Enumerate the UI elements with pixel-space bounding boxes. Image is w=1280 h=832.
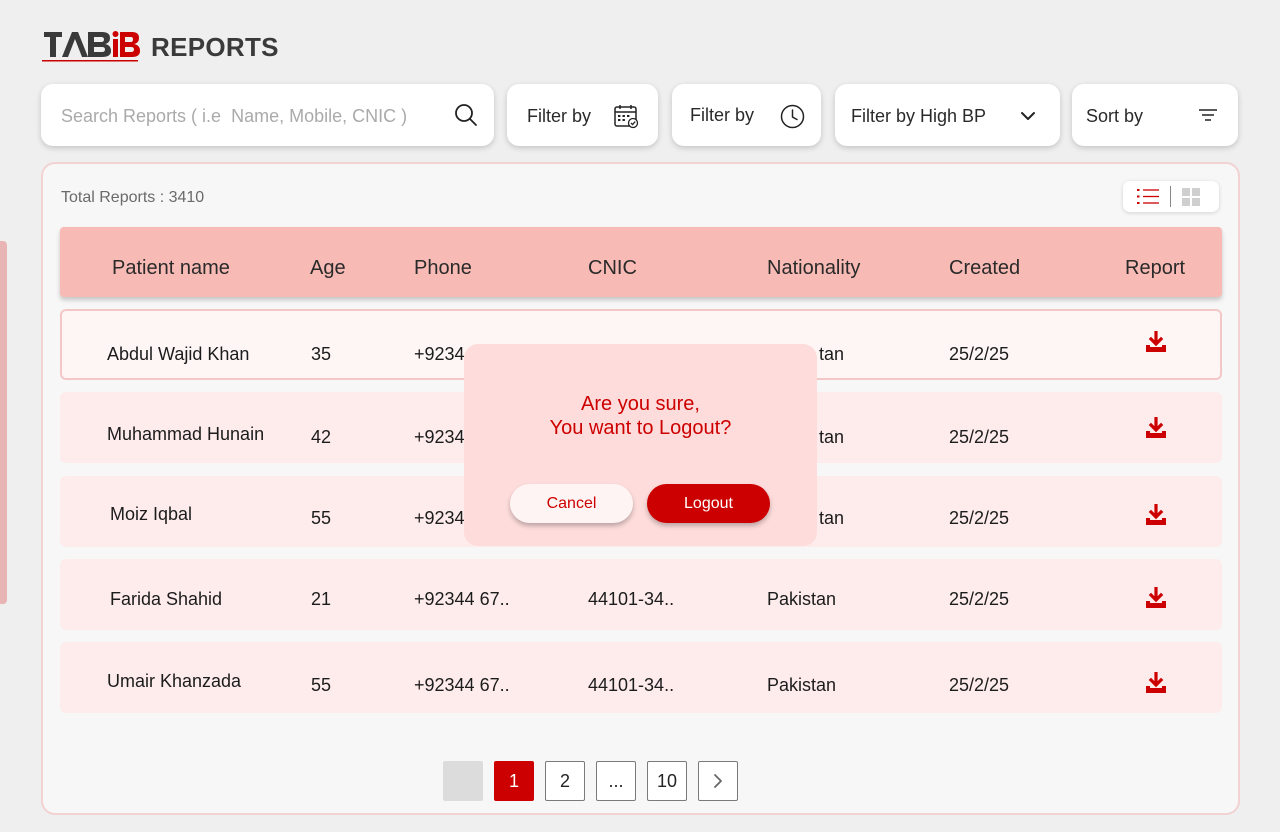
cancel-button[interactable]: Cancel <box>510 484 633 523</box>
table-row[interactable]: Umair Khanzada 55 +92344 67.. 44101-34..… <box>60 642 1222 713</box>
col-age[interactable]: Age <box>310 257 346 280</box>
patient-name: Abdul Wajid Khan <box>107 344 250 364</box>
download-icon[interactable] <box>1145 417 1167 439</box>
sort-icon <box>1199 109 1217 121</box>
phone: +9234 <box>414 344 465 364</box>
col-nationality[interactable]: Nationality <box>767 257 860 280</box>
col-cnic[interactable]: CNIC <box>588 257 637 280</box>
created-date: 25/2/25 <box>949 427 1010 447</box>
prev-page-button[interactable] <box>443 761 483 801</box>
nationality: Pakistan <box>767 589 837 609</box>
phone: +92344 67.. <box>414 675 510 695</box>
dialog-message-line1: Are you sure, <box>581 393 700 415</box>
clock-icon <box>780 104 805 129</box>
sidebar-edge <box>0 241 7 604</box>
page-button-10[interactable]: 10 <box>647 761 687 801</box>
created-date: 25/2/25 <box>949 508 1010 528</box>
tabib-logo <box>42 31 140 62</box>
created-date: 25/2/25 <box>949 675 1010 695</box>
toggle-divider <box>1170 186 1171 207</box>
phone: +9234 <box>414 427 465 447</box>
age: 21 <box>311 589 332 609</box>
search-icon[interactable] <box>454 103 478 127</box>
cnic: 44101-34.. <box>588 589 675 609</box>
created-date: 25/2/25 <box>949 589 1010 609</box>
col-phone[interactable]: Phone <box>414 257 472 280</box>
table-row[interactable]: Farida Shahid 21 +92344 67.. 44101-34.. … <box>60 559 1222 630</box>
phone: +92344 67.. <box>414 589 510 609</box>
page-ellipsis: ... <box>596 761 636 801</box>
grid-view-icon[interactable] <box>1182 188 1200 206</box>
col-patient-name[interactable]: Patient name <box>112 257 230 280</box>
age: 55 <box>311 508 332 528</box>
page-button-2[interactable]: 2 <box>545 761 585 801</box>
patient-name: Umair Khanzada <box>107 671 242 691</box>
download-icon[interactable] <box>1145 587 1167 609</box>
age: 55 <box>311 675 332 695</box>
filter-by-date-label: Filter by <box>527 106 592 126</box>
download-icon[interactable] <box>1145 504 1167 526</box>
download-icon[interactable] <box>1145 331 1167 353</box>
nationality: tan <box>819 427 845 447</box>
filter-by-time-label: Filter by <box>690 105 755 125</box>
next-page-button[interactable] <box>698 761 738 801</box>
calendar-icon <box>614 105 639 129</box>
phone: +9234 <box>414 508 465 528</box>
dialog-message: Are you sure, You want to Logout? <box>464 392 817 440</box>
logout-dialog: Are you sure, You want to Logout? Cancel… <box>464 344 817 546</box>
logout-button[interactable]: Logout <box>647 484 770 523</box>
patient-name: Moiz Iqbal <box>110 504 193 524</box>
age: 35 <box>311 344 332 364</box>
patient-name: Muhammad Hunain <box>107 424 265 444</box>
chevron-right-icon <box>714 774 722 788</box>
filter-by-time-button[interactable]: Filter by <box>672 84 821 146</box>
search-box[interactable] <box>41 84 494 146</box>
sort-by-button[interactable]: Sort by <box>1072 84 1238 146</box>
created-date: 25/2/25 <box>949 344 1010 364</box>
chevron-down-icon <box>1021 112 1035 120</box>
nationality: tan <box>819 344 845 364</box>
age: 42 <box>311 427 332 447</box>
page-title: REPORTS <box>151 32 279 62</box>
col-report: Report <box>1125 257 1186 279</box>
patient-name: Farida Shahid <box>110 589 223 609</box>
nationality: Pakistan <box>767 675 837 695</box>
col-created[interactable]: Created <box>949 257 1020 280</box>
filter-by-date-button[interactable]: Filter by <box>507 84 658 146</box>
table-header: Patient name Age Phone CNIC Nationality … <box>60 227 1222 297</box>
filter-by-high-bp-label: Filter by High BP <box>851 106 987 126</box>
nationality: tan <box>819 508 845 528</box>
view-toggle <box>1123 181 1219 212</box>
filter-by-high-bp-dropdown[interactable]: Filter by High BP <box>835 84 1060 146</box>
sort-by-label: Sort by <box>1086 106 1144 126</box>
dialog-message-line2: You want to Logout? <box>549 417 732 439</box>
list-view-icon[interactable] <box>1137 188 1159 205</box>
search-input[interactable] <box>59 102 433 130</box>
cnic: 44101-34.. <box>588 675 675 695</box>
page-button-1[interactable]: 1 <box>494 761 534 801</box>
total-reports: Total Reports : 3410 <box>61 189 205 206</box>
download-icon[interactable] <box>1145 672 1167 694</box>
